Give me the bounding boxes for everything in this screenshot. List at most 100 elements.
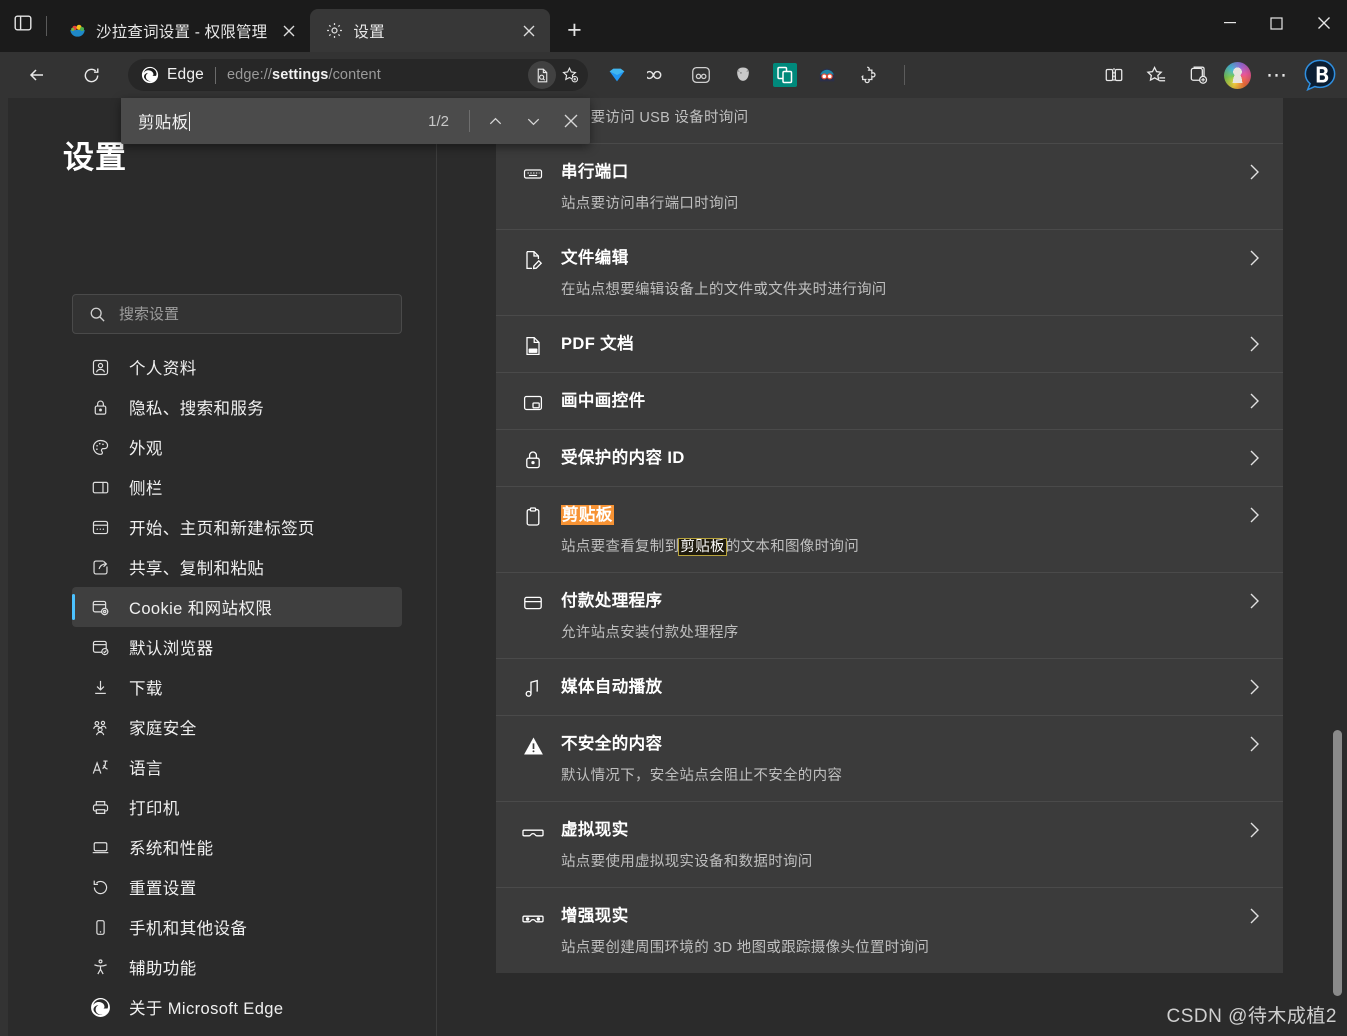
- sidebar-item-cookies-site-permissions[interactable]: Cookie 和网站权限: [72, 587, 402, 627]
- sidebar-item-reset-settings[interactable]: 重置设置: [72, 867, 402, 907]
- new-tab-button[interactable]: +: [556, 12, 592, 48]
- sidebar-item-system-performance[interactable]: 系统和性能: [72, 827, 402, 867]
- tab-strip: 沙拉查词设置 - 权限管理 设置 +: [0, 0, 592, 52]
- extensions-row: [602, 60, 913, 90]
- infinity-extension-icon[interactable]: [644, 60, 674, 90]
- tab-1[interactable]: 设置: [310, 9, 551, 52]
- search-input[interactable]: [119, 305, 369, 323]
- permission-title: 受保护的内容 ID: [561, 449, 685, 467]
- collections-icon[interactable]: [1182, 59, 1214, 91]
- permission-row-pdf[interactable]: PDF PDF 文档: [496, 316, 1283, 373]
- permission-row-augmented-reality[interactable]: 增强现实 站点要创建周围环境的 3D 地图或跟踪摄像头位置时询问: [496, 888, 1283, 973]
- find-next-button[interactable]: [514, 102, 552, 140]
- find-input[interactable]: 剪贴板: [138, 109, 428, 133]
- favorites-icon[interactable]: [1140, 59, 1172, 91]
- home-tabs-icon: [89, 516, 111, 538]
- settings-and-more-icon[interactable]: ⋯: [1261, 59, 1293, 91]
- sidebar-item-label: 默认浏览器: [129, 640, 214, 658]
- sidebar-item-start-home-newtab[interactable]: 开始、主页和新建标签页: [72, 507, 402, 547]
- accessibility-icon: [89, 956, 111, 978]
- chevron-right-icon[interactable]: [1248, 505, 1261, 530]
- sidebar-item-default-browser[interactable]: 默认浏览器: [72, 627, 402, 667]
- sidebar-item-languages[interactable]: 语言: [72, 747, 402, 787]
- browser-toolbar: Edge edge://settings/content ⋯: [0, 52, 1347, 98]
- permission-title: 付款处理程序: [561, 592, 663, 610]
- sidebar-item-sidebar[interactable]: 侧栏: [72, 467, 402, 507]
- add-favorite-star-icon[interactable]: [556, 61, 584, 89]
- address-bar[interactable]: Edge edge://settings/content: [128, 59, 588, 91]
- scrollbar-thumb[interactable]: [1333, 730, 1342, 996]
- sidebar-item-accessibility[interactable]: 辅助功能: [72, 947, 402, 987]
- omnibox-url[interactable]: edge://settings/content: [227, 67, 528, 83]
- chevron-right-icon[interactable]: [1248, 591, 1261, 616]
- chevron-right-icon[interactable]: [1248, 162, 1261, 187]
- sidebar-item-downloads[interactable]: 下载: [72, 667, 402, 707]
- find-in-page-bar: 剪贴板 1/2: [121, 98, 590, 144]
- permission-row-virtual-reality[interactable]: 虚拟现实 站点要使用虚拟现实设备和数据时询问: [496, 802, 1283, 888]
- chevron-right-icon[interactable]: [1248, 734, 1261, 759]
- chevron-right-icon[interactable]: [1248, 391, 1261, 416]
- tab-title: 设置: [353, 23, 385, 41]
- sidebar-item-phone-other-devices[interactable]: 手机和其他设备: [72, 907, 402, 947]
- maximize-button[interactable]: [1253, 0, 1300, 46]
- permission-row-usb[interactable]: USB 设备 站点要访问 USB 设备时询问: [496, 98, 1283, 144]
- permission-row-protected-content-id[interactable]: 受保护的内容 ID: [496, 430, 1283, 487]
- tab-0[interactable]: 沙拉查词设置 - 权限管理: [53, 9, 310, 52]
- permission-title: PDF 文档: [561, 335, 634, 353]
- profile-avatar[interactable]: [1224, 61, 1251, 89]
- chevron-right-icon[interactable]: [1248, 448, 1261, 473]
- chevron-right-icon[interactable]: [1248, 906, 1261, 931]
- read-aloud-icon[interactable]: [528, 61, 556, 89]
- find-close-button[interactable]: [552, 102, 590, 140]
- chevron-right-icon[interactable]: [1248, 248, 1261, 273]
- chevron-right-icon[interactable]: [1248, 334, 1261, 359]
- pdf-icon: PDF: [518, 335, 548, 357]
- teal-copy-extension-icon[interactable]: [770, 60, 800, 90]
- chevron-right-icon[interactable]: [1248, 677, 1261, 702]
- url-path: /content: [328, 67, 381, 83]
- sidebar-item-privacy[interactable]: 隐私、搜索和服务: [72, 387, 402, 427]
- sidebar-item-profile[interactable]: 个人资料: [72, 347, 402, 387]
- permission-row-clipboard[interactable]: 剪贴板 站点要查看复制到剪贴板的文本和图像时询问: [496, 487, 1283, 573]
- minimize-button[interactable]: [1206, 0, 1253, 46]
- copilot-icon[interactable]: [1303, 58, 1337, 92]
- permission-title: 串行端口: [561, 163, 629, 181]
- tab-search-icon[interactable]: [0, 0, 46, 52]
- rounded-square-extension-icon[interactable]: [686, 60, 716, 90]
- tab-close-button[interactable]: [276, 18, 302, 44]
- permission-title: 画中画控件: [561, 392, 646, 410]
- sidebar-item-label: Cookie 和网站权限: [129, 600, 273, 618]
- sidebar-item-share-copy-paste[interactable]: 共享、复制和粘贴: [72, 547, 402, 587]
- permission-row-payment-handlers[interactable]: 付款处理程序 允许站点安装付款处理程序: [496, 573, 1283, 659]
- puzzle-extensions-icon[interactable]: [854, 60, 884, 90]
- left-edge-strip: [0, 98, 8, 1036]
- sidebar-item-about-edge[interactable]: 关于 Microsoft Edge: [72, 987, 402, 1027]
- glasses-face-extension-icon[interactable]: [812, 60, 842, 90]
- sidebar-item-family-safety[interactable]: 家庭安全: [72, 707, 402, 747]
- close-button[interactable]: [1300, 0, 1347, 46]
- permission-row-body: USB 设备 站点要访问 USB 设备时询问: [561, 98, 1283, 128]
- chevron-right-icon[interactable]: [1248, 820, 1261, 845]
- reset-icon: [89, 876, 111, 898]
- blue-diamond-extension-icon[interactable]: [602, 60, 632, 90]
- permission-row-file-editing[interactable]: 文件编辑 在站点想要编辑设备上的文件或文件夹时进行询问: [496, 230, 1283, 316]
- tab-close-button[interactable]: [516, 18, 542, 44]
- reload-button[interactable]: [72, 56, 110, 94]
- chevron-right-icon[interactable]: [1248, 98, 1261, 101]
- permission-row-media-autoplay[interactable]: 媒体自动播放: [496, 659, 1283, 716]
- permission-row-picture-in-picture[interactable]: 画中画控件: [496, 373, 1283, 430]
- sidebar-item-label: 语言: [129, 760, 163, 778]
- split-screen-icon[interactable]: [1098, 59, 1130, 91]
- permission-row-insecure-content[interactable]: 不安全的内容 默认情况下，安全站点会阻止不安全的内容: [496, 716, 1283, 802]
- profile-icon: [89, 356, 111, 378]
- sidebar-item-appearance[interactable]: 外观: [72, 427, 402, 467]
- permission-row-serial-port[interactable]: 串行端口 站点要访问串行端口时询问: [496, 144, 1283, 230]
- sidebar-item-label: 系统和性能: [129, 840, 214, 858]
- permission-title: 不安全的内容: [561, 735, 663, 753]
- gray-blob-extension-icon[interactable]: [728, 60, 758, 90]
- back-button[interactable]: [18, 56, 56, 94]
- content-scrollbar[interactable]: [1331, 98, 1343, 1036]
- find-previous-button[interactable]: [476, 102, 514, 140]
- sidebar-item-printers[interactable]: 打印机: [72, 787, 402, 827]
- settings-search-box[interactable]: [72, 294, 402, 334]
